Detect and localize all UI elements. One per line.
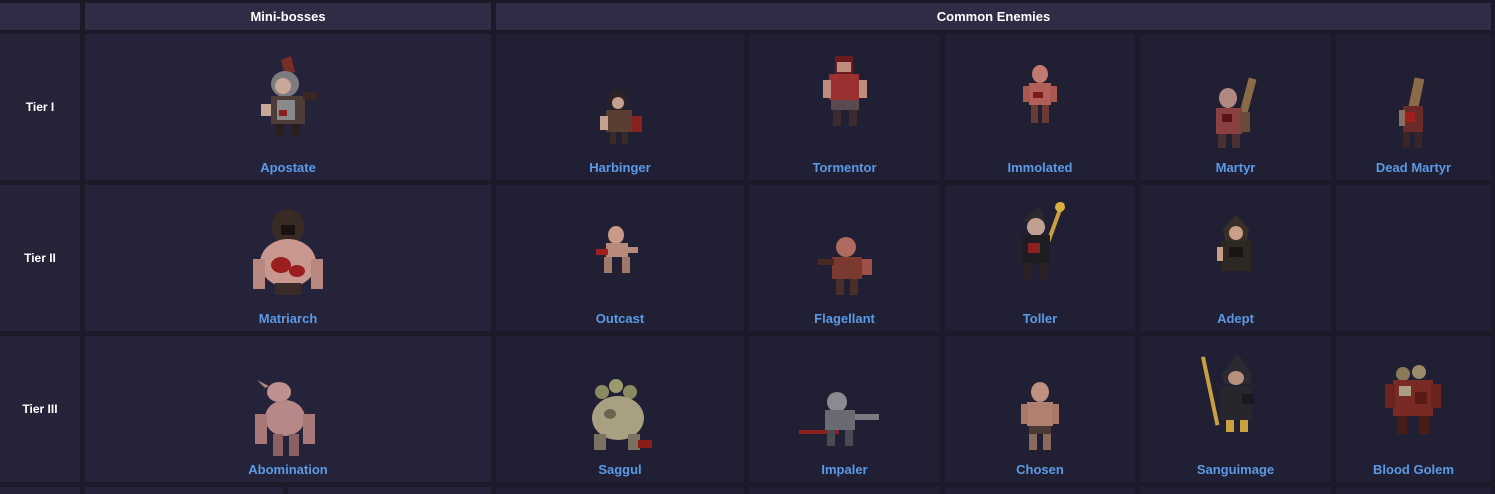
enemy-name[interactable]: Toller	[945, 311, 1135, 326]
enemy-chosen-cell[interactable]: Chosen	[945, 336, 1135, 482]
blood-golem-sprite-icon	[1384, 365, 1441, 434]
enemy-name[interactable]: Outcast	[496, 311, 744, 326]
enemy-name[interactable]: Blood Golem	[1336, 462, 1491, 477]
saggul-sprite-icon	[592, 379, 652, 450]
enemy-harbinger-cell[interactable]: Harbinger	[496, 34, 744, 180]
chosen-sprite-icon	[1021, 382, 1059, 450]
apostate-sprite-icon	[261, 56, 317, 136]
enemy-name[interactable]: Immolated	[945, 160, 1135, 175]
tier-3-label: Tier III	[0, 336, 80, 482]
enemy-blood-golem-cell[interactable]: Blood Golem	[1336, 336, 1491, 482]
enemy-martyr-cell[interactable]: Martyr	[1140, 34, 1331, 180]
partial-row-cell	[945, 487, 1135, 494]
enemy-name[interactable]: Flagellant	[749, 311, 940, 326]
adept-sprite-icon	[1216, 215, 1251, 271]
tier-1-label: Tier I	[0, 34, 80, 180]
enemy-name[interactable]: Impaler	[749, 462, 940, 477]
corner-header	[0, 3, 80, 30]
enemy-name[interactable]: Sanguimage	[1140, 462, 1331, 477]
empty-enemy-cell	[1336, 185, 1491, 331]
abomination-sprite-icon	[255, 380, 315, 456]
enemy-saggul-cell[interactable]: Saggul	[496, 336, 744, 482]
partial-row-cell	[1140, 487, 1331, 494]
enemy-toller-cell[interactable]: Toller	[945, 185, 1135, 331]
tier-2-label: Tier II	[0, 185, 80, 331]
immolated-sprite-icon	[1023, 65, 1057, 123]
martyr-sprite-icon	[1215, 77, 1257, 148]
enemy-sanguimage-cell[interactable]: Sanguimage	[1140, 336, 1331, 482]
enemy-impaler-cell[interactable]: Impaler	[749, 336, 940, 482]
enemy-name[interactable]: Tormentor	[749, 160, 940, 175]
tier-4-label	[0, 487, 80, 494]
enemy-immolated-cell[interactable]: Immolated	[945, 34, 1135, 180]
miniboss-name[interactable]: Abomination	[85, 462, 491, 477]
miniboss-abomination-cell[interactable]: Abomination	[85, 336, 491, 482]
miniboss-name[interactable]: Matriarch	[85, 311, 491, 326]
enemy-name[interactable]: Chosen	[945, 462, 1135, 477]
enemy-name[interactable]: Dead Martyr	[1336, 160, 1491, 175]
partial-row-cell	[1336, 487, 1491, 494]
enemy-flagellant-cell[interactable]: Flagellant	[749, 185, 940, 331]
enemy-name[interactable]: Harbinger	[496, 160, 744, 175]
minibosses-header: Mini-bosses	[85, 3, 491, 30]
impaler-sprite-icon	[798, 392, 879, 446]
harbinger-sprite-icon	[600, 89, 642, 144]
common-enemies-header: Common Enemies	[496, 3, 1491, 30]
enemy-tormentor-cell[interactable]: Tormentor	[749, 34, 940, 180]
enemy-outcast-cell[interactable]: Outcast	[496, 185, 744, 331]
flagellant-sprite-icon	[817, 237, 872, 295]
partial-row-cell	[749, 487, 940, 494]
enemy-name[interactable]: Adept	[1140, 311, 1331, 326]
tormentor-sprite-icon	[822, 56, 867, 126]
partial-row-cell	[288, 487, 491, 494]
enemy-dead-martyr-cell[interactable]: Dead Martyr	[1336, 34, 1491, 180]
outcast-sprite-icon	[596, 226, 638, 273]
matriarch-sprite-icon	[253, 209, 323, 295]
enemy-name[interactable]: Martyr	[1140, 160, 1331, 175]
enemy-name[interactable]: Saggul	[496, 462, 744, 477]
miniboss-apostate-cell[interactable]: Apostate	[85, 34, 491, 180]
toller-sprite-icon	[1022, 201, 1065, 279]
miniboss-matriarch-cell[interactable]: Matriarch	[85, 185, 491, 331]
partial-row-cell	[85, 487, 283, 494]
enemy-adept-cell[interactable]: Adept	[1140, 185, 1331, 331]
miniboss-name[interactable]: Apostate	[85, 160, 491, 175]
partial-row-cell	[496, 487, 744, 494]
dead-martyr-sprite-icon	[1398, 77, 1424, 148]
sanguimage-sprite-icon	[1200, 354, 1254, 432]
